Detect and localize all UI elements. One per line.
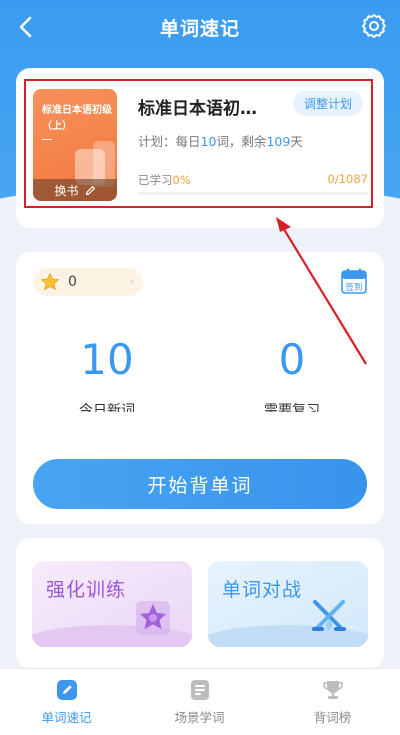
star-count: 0 bbox=[68, 274, 77, 290]
gear-icon[interactable] bbox=[360, 12, 388, 40]
bottom-tab-bar: 单词速记 场景学词 背词榜 bbox=[0, 668, 400, 735]
new-words-count: 10 bbox=[80, 335, 134, 384]
header-bar: 单词速记 bbox=[0, 0, 400, 54]
feature-title: 强化训练 bbox=[46, 579, 127, 601]
tab-label: 场景学词 bbox=[174, 710, 225, 725]
review-count: 0 bbox=[278, 335, 306, 384]
tab-scene-learning[interactable]: 场景学词 bbox=[133, 669, 266, 735]
tab-word-memorize[interactable]: 单词速记 bbox=[0, 669, 133, 735]
tab-label: 单词速记 bbox=[41, 710, 92, 725]
highlight-annotation-box bbox=[24, 79, 373, 208]
checkin-calendar-icon[interactable]: 签到 bbox=[340, 267, 368, 295]
tab-label: 背词榜 bbox=[313, 710, 352, 725]
crossed-swords-icon bbox=[312, 600, 346, 631]
chevron-left-icon[interactable] bbox=[12, 12, 42, 42]
new-words-label: 今日新词 bbox=[79, 403, 135, 412]
star-icon bbox=[41, 273, 59, 290]
pen-note-icon bbox=[57, 680, 77, 700]
page-title: 单词速记 bbox=[159, 17, 240, 40]
word-battle-button[interactable]: 单词对战 bbox=[208, 561, 368, 647]
intensive-training-button[interactable]: 强化训练 bbox=[32, 561, 192, 647]
star-trophy-icon bbox=[136, 601, 170, 635]
trophy-icon bbox=[323, 681, 343, 699]
tab-leaderboard[interactable]: 背词榜 bbox=[266, 669, 399, 735]
feature-title: 单词对战 bbox=[222, 579, 303, 601]
review-label: 需要复习 bbox=[264, 403, 320, 412]
start-memorize-button[interactable]: 开始背单词 bbox=[33, 459, 367, 509]
chevron-right-icon: › bbox=[129, 274, 134, 288]
checkin-label: 签到 bbox=[345, 282, 362, 293]
list-doc-icon bbox=[191, 680, 209, 700]
star-pill[interactable]: 0 › bbox=[33, 268, 143, 296]
